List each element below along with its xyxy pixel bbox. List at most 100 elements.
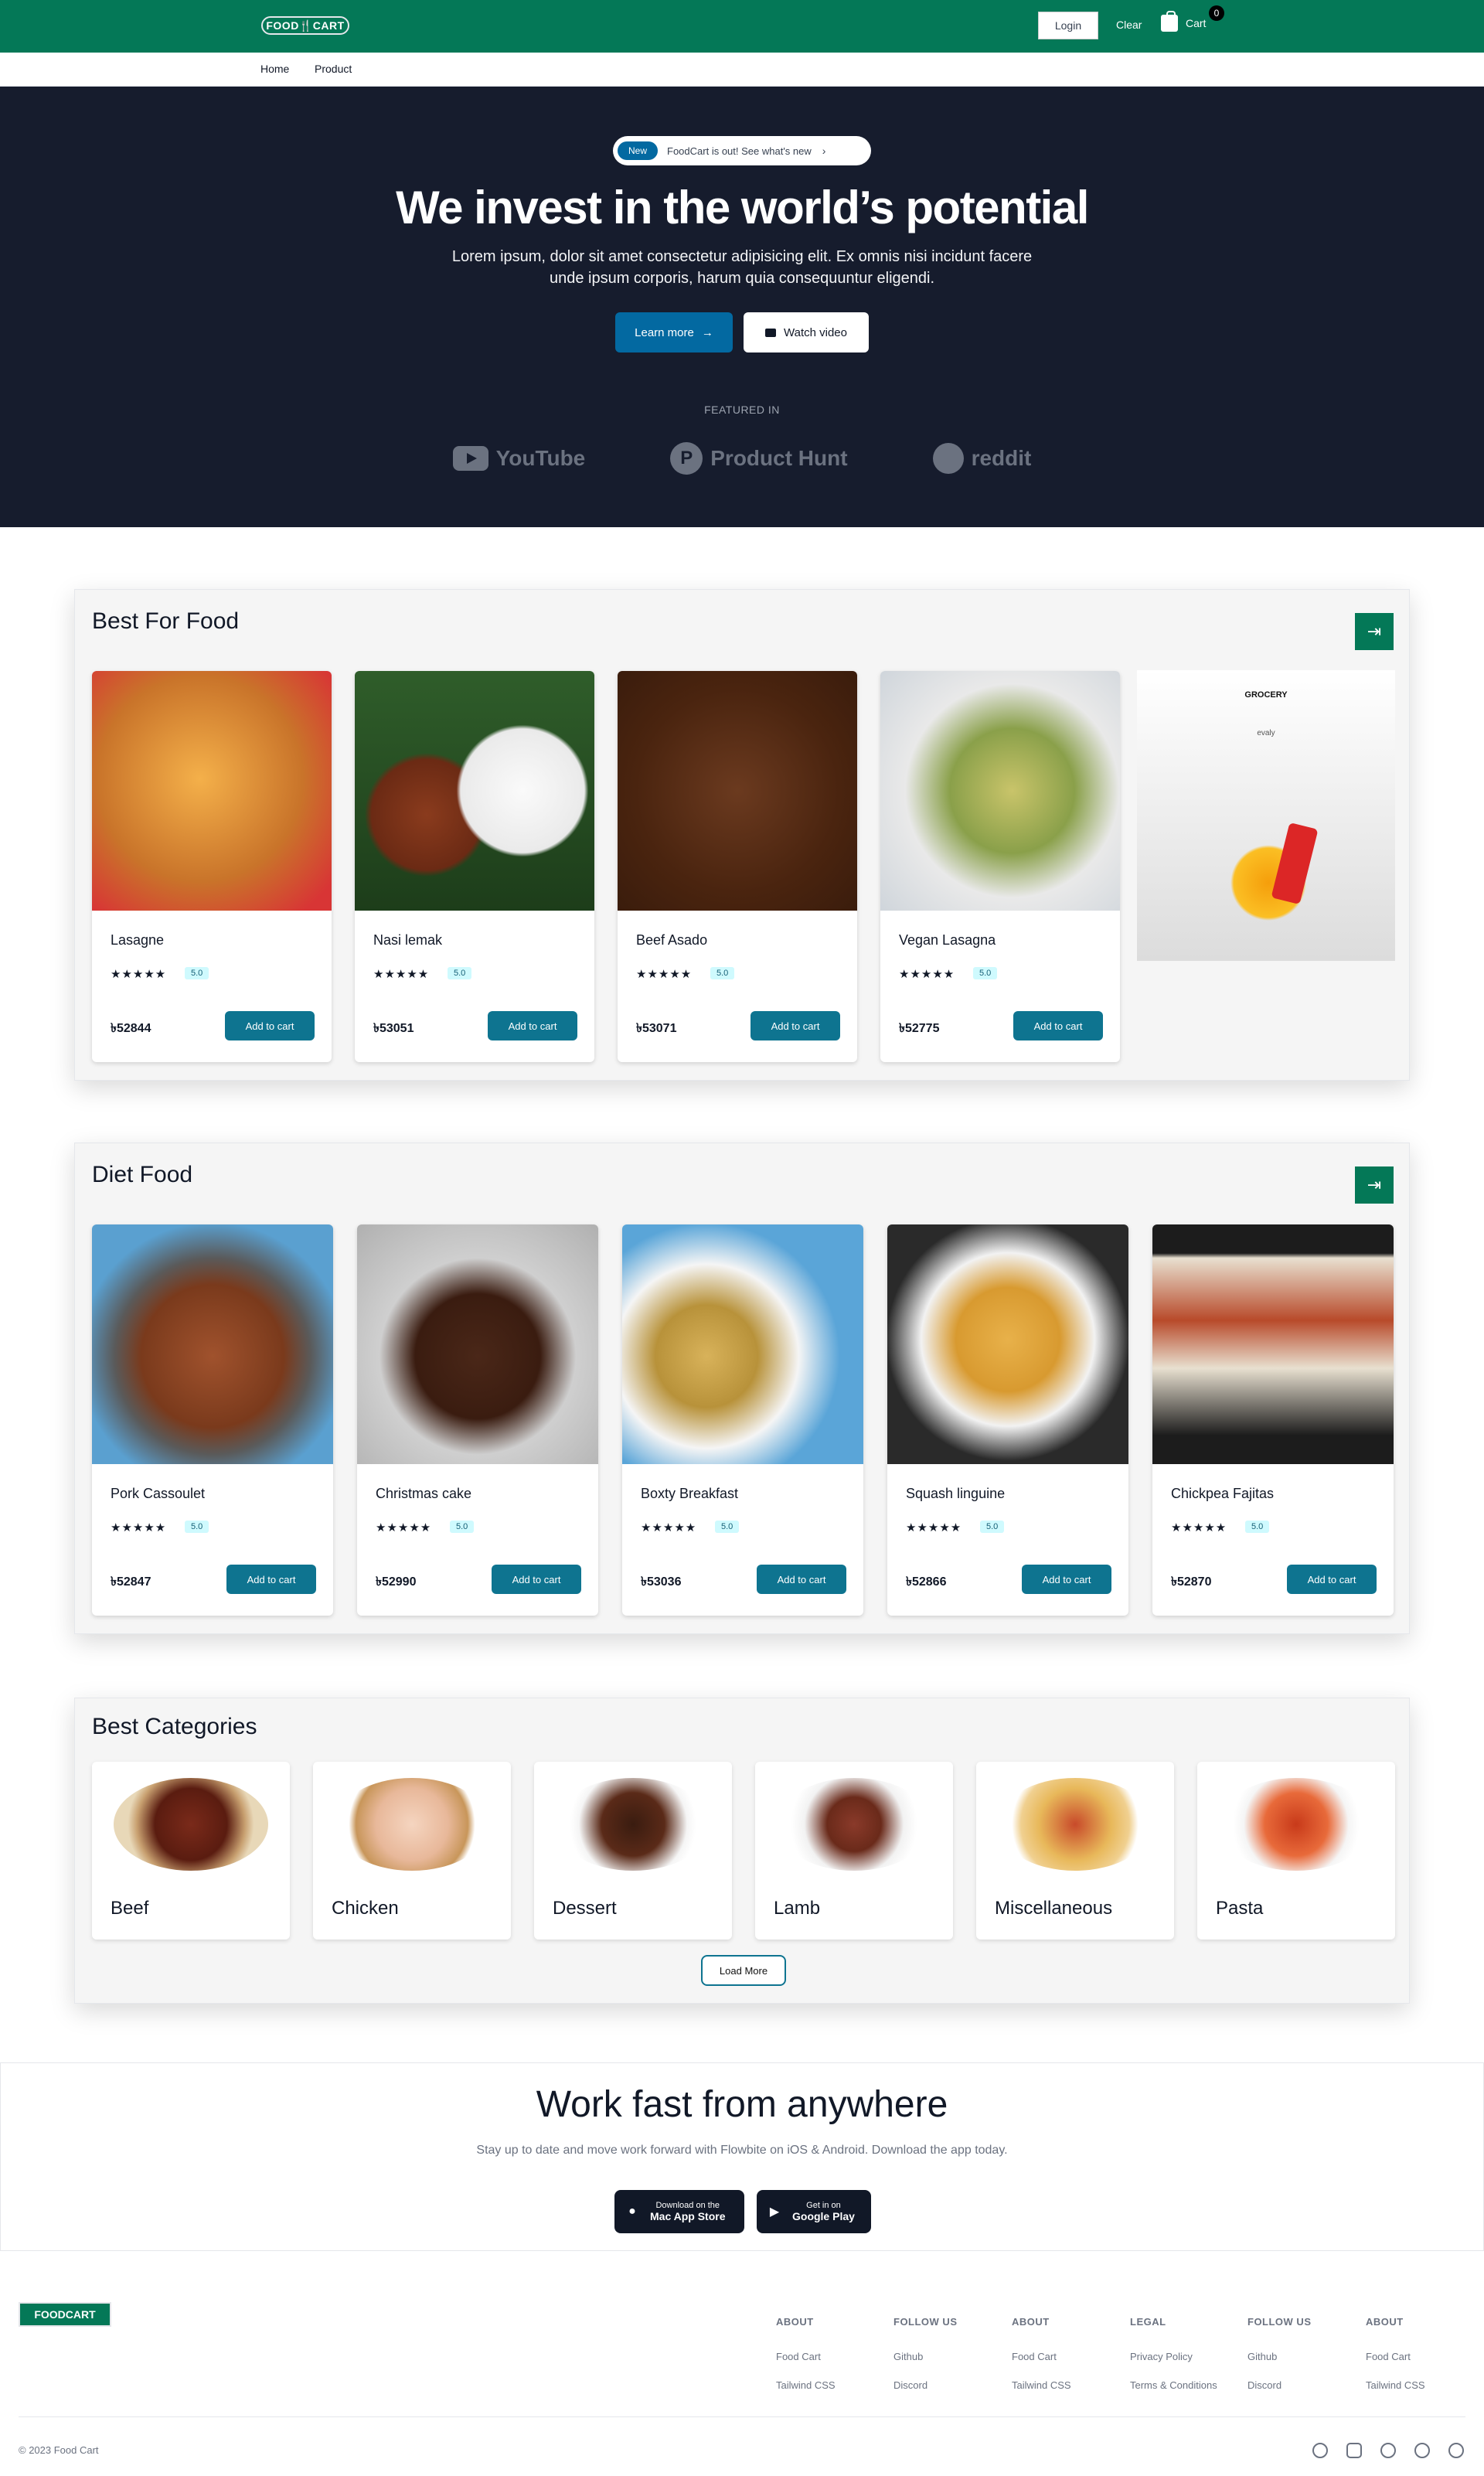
product-image [355, 671, 594, 911]
twitter-icon[interactable] [1380, 2443, 1396, 2458]
footer-link[interactable]: Food Cart [1366, 2351, 1425, 2362]
footer-link[interactable]: Tailwind CSS [776, 2379, 836, 2391]
cart-count-badge: 0 [1209, 5, 1224, 21]
sub-navigation: Home Product [0, 53, 1484, 87]
arrow-to-right-icon: ⇥ [1367, 622, 1382, 641]
featured-in-label: FEATURED IN [704, 404, 780, 416]
footer-link[interactable]: Tailwind CSS [1012, 2379, 1071, 2391]
add-to-cart-button[interactable]: Add to cart [1287, 1565, 1377, 1594]
social-links [1312, 2443, 1464, 2458]
video-camera-icon [765, 328, 776, 337]
best-for-food-section: Best For Food ⇥ Lasagne ★★★★★ 5.0 ৳52844… [74, 589, 1410, 1081]
watch-video-label: Watch video [784, 325, 847, 339]
load-more-button[interactable]: Load More [701, 1955, 786, 1986]
star-rating-icon: ★★★★★ [899, 968, 955, 981]
app-store-line1: Download on the [655, 2201, 720, 2210]
watch-video-button[interactable]: Watch video [744, 312, 869, 352]
add-to-cart-button[interactable]: Add to cart [488, 1011, 577, 1040]
footer-column: FOLLOW US Github Discord [893, 2316, 958, 2408]
footer-link[interactable]: Github [893, 2351, 958, 2362]
view-all-button[interactable]: ⇥ [1355, 613, 1394, 650]
footer-link[interactable]: Tailwind CSS [1366, 2379, 1425, 2391]
footer-link[interactable]: Food Cart [1012, 2351, 1071, 2362]
product-card[interactable]: Pork Cassoulet ★★★★★ 5.0 ৳52847 Add to c… [92, 1224, 333, 1616]
learn-more-label: Learn more [635, 325, 694, 339]
footer-link[interactable]: Discord [1247, 2379, 1312, 2391]
footer-logo[interactable]: FOODCART [19, 2302, 111, 2327]
product-name: Christmas cake [376, 1486, 472, 1501]
featured-brands: YouTube P Product Hunt reddit [0, 442, 1484, 475]
footer-divider [19, 2416, 1465, 2417]
category-name: Dessert [553, 1898, 617, 1919]
nav-product-link[interactable]: Product [315, 63, 352, 75]
logo[interactable]: FOOD 🍴 CART [261, 16, 349, 35]
category-card-dessert[interactable]: Dessert [534, 1762, 732, 1940]
logo-text-right: CART [312, 19, 345, 32]
section-title: Best Categories [92, 1714, 257, 1739]
add-to-cart-button[interactable]: Add to cart [225, 1011, 315, 1040]
add-to-cart-button[interactable]: Add to cart [757, 1565, 846, 1594]
footer-link[interactable]: Discord [893, 2379, 958, 2391]
learn-more-button[interactable]: Learn more → [615, 312, 733, 352]
facebook-icon[interactable] [1312, 2443, 1328, 2458]
dribbble-icon[interactable] [1448, 2443, 1464, 2458]
section-title: Diet Food [92, 1162, 193, 1187]
product-image [92, 671, 332, 911]
footer-link[interactable]: Food Cart [776, 2351, 836, 2362]
category-card-lamb[interactable]: Lamb [755, 1762, 953, 1940]
login-button[interactable]: Login [1038, 12, 1098, 39]
add-to-cart-button[interactable]: Add to cart [492, 1565, 581, 1594]
rating-badge: 5.0 [715, 1521, 740, 1533]
product-card[interactable]: Beef Asado ★★★★★ 5.0 ৳53071 Add to cart [618, 671, 857, 1062]
category-card-beef[interactable]: Beef [92, 1762, 290, 1940]
rating-badge: 5.0 [185, 1521, 209, 1533]
google-play-button[interactable]: ▶ Get in on Google Play [757, 2190, 871, 2233]
youtube-brand: YouTube [452, 442, 585, 475]
star-rating-icon: ★★★★★ [906, 1521, 962, 1534]
instagram-icon[interactable] [1346, 2443, 1362, 2458]
product-name: Beef Asado [636, 932, 708, 948]
add-to-cart-button[interactable]: Add to cart [226, 1565, 316, 1594]
category-image [100, 1766, 282, 1882]
footer-heading: ABOUT [1012, 2316, 1050, 2328]
footer-link[interactable]: Privacy Policy [1130, 2351, 1217, 2362]
category-card-pasta[interactable]: Pasta [1197, 1762, 1395, 1940]
product-card[interactable]: Boxty Breakfast ★★★★★ 5.0 ৳53036 Add to … [622, 1224, 863, 1616]
add-to-cart-button[interactable]: Add to cart [751, 1011, 840, 1040]
product-name: Nasi lemak [373, 932, 443, 948]
mac-app-store-button[interactable]: ● Download on the Mac App Store [614, 2190, 744, 2233]
add-to-cart-button[interactable]: Add to cart [1013, 1011, 1103, 1040]
product-image [887, 1224, 1128, 1464]
product-card[interactable]: Vegan Lasagna ★★★★★ 5.0 ৳52775 Add to ca… [880, 671, 1120, 1062]
product-card[interactable]: Squash linguine ★★★★★ 5.0 ৳52866 Add to … [887, 1224, 1128, 1616]
rating-badge: 5.0 [185, 967, 209, 979]
product-card[interactable]: Lasagne ★★★★★ 5.0 ৳52844 Add to cart [92, 671, 332, 1062]
category-name: Chicken [332, 1898, 399, 1919]
product-card[interactable]: Christmas cake ★★★★★ 5.0 ৳52990 Add to c… [357, 1224, 598, 1616]
view-all-button[interactable]: ⇥ [1355, 1166, 1394, 1204]
footer-link[interactable]: Terms & Conditions [1130, 2379, 1217, 2391]
promo-brand: evaly [1257, 729, 1275, 737]
category-image [542, 1766, 724, 1882]
announcement-pill[interactable]: New FoodCart is out! See what's new › [613, 136, 871, 165]
footer-heading: LEGAL [1130, 2316, 1166, 2328]
category-name: Miscellaneous [995, 1898, 1113, 1919]
nav-home-link[interactable]: Home [260, 63, 289, 75]
chevron-right-icon: › [822, 145, 826, 157]
category-card-chicken[interactable]: Chicken [313, 1762, 511, 1940]
top-navbar: FOOD 🍴 CART Login Clear Cart 0 [0, 0, 1484, 53]
clear-button[interactable]: Clear [1116, 19, 1142, 31]
category-name: Lamb [774, 1898, 821, 1919]
hero-subtitle: Lorem ipsum, dolor sit amet consectetur … [451, 248, 1033, 287]
product-card[interactable]: Chickpea Fajitas ★★★★★ 5.0 ৳52870 Add to… [1152, 1224, 1394, 1616]
cart-button[interactable]: Cart 0 [1161, 5, 1224, 32]
github-icon[interactable] [1414, 2443, 1430, 2458]
youtube-icon [452, 446, 488, 471]
footer-link[interactable]: Github [1247, 2351, 1312, 2362]
category-card-miscellaneous[interactable]: Miscellaneous [976, 1762, 1174, 1940]
product-price: ৳52847 [111, 1575, 151, 1589]
promo-banner[interactable]: GROCERY evaly [1137, 670, 1395, 961]
product-name: Squash linguine [906, 1486, 1006, 1501]
product-card[interactable]: Nasi lemak ★★★★★ 5.0 ৳53051 Add to cart [355, 671, 594, 1062]
add-to-cart-button[interactable]: Add to cart [1022, 1565, 1111, 1594]
